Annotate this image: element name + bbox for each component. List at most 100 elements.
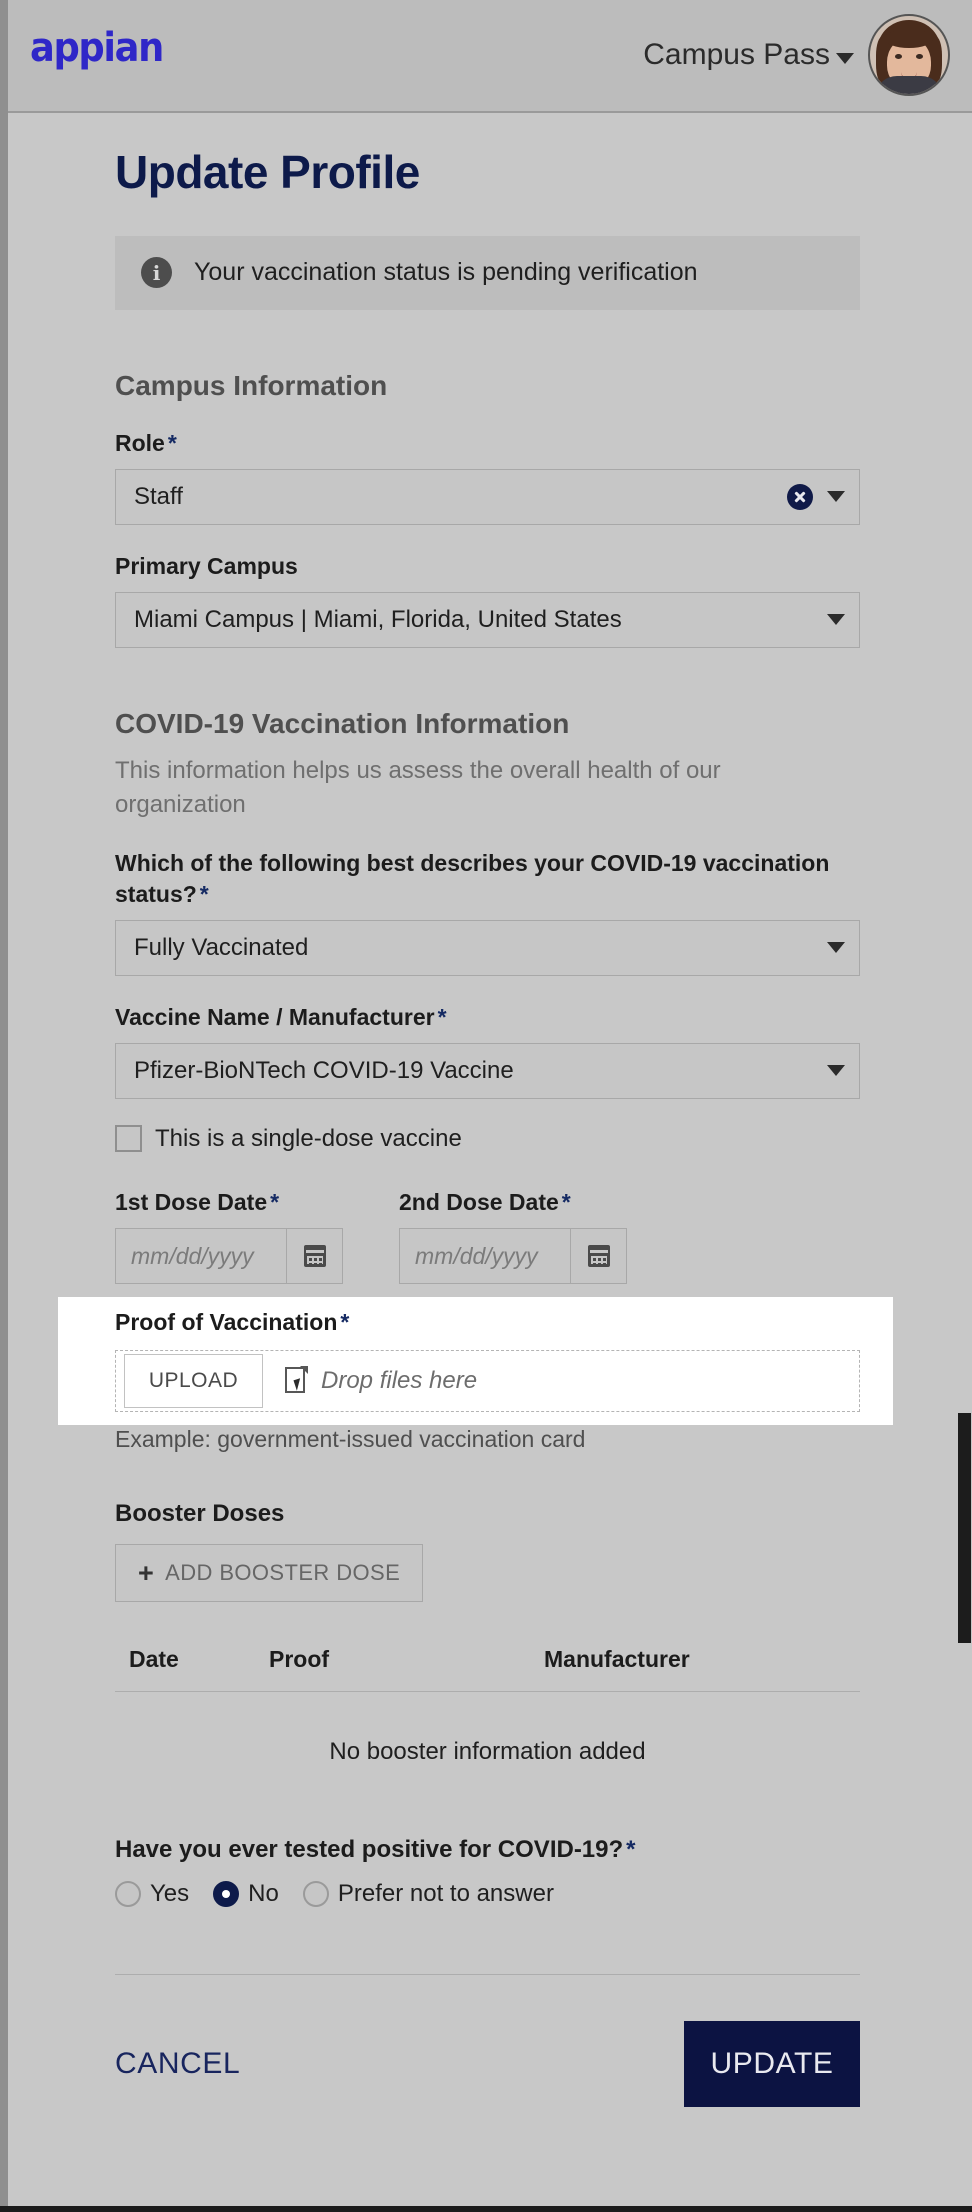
top-navigation-bar: appian Campus Pass [0,0,972,113]
avatar-eye-right [916,54,923,59]
column-header-proof: Proof [269,1646,330,1673]
app-window: appian Campus Pass Update Profile i Your… [0,0,972,2212]
vaccine-name-select[interactable]: Pfizer-BioNTech COVID-19 Vaccine [115,1042,860,1099]
table-header-row: Date Proof Manufacturer [115,1646,860,1691]
add-booster-dose-button[interactable]: + ADD BOOSTER DOSE [115,1544,424,1603]
cancel-button[interactable]: CANCEL [115,2041,254,2087]
dose2-field-group: 2nd Dose Date * mm/dd/yyyy [399,1159,627,1285]
vaccination-status-select[interactable]: Fully Vaccinated [115,919,860,976]
chevron-down-icon[interactable] [836,52,854,64]
vertical-scrollbar-track[interactable] [955,113,972,2212]
dose2-label: 2nd Dose Date * [399,1187,627,1218]
dose1-date-input[interactable]: mm/dd/yyyy [116,1229,286,1283]
proof-of-vaccination-label: Proof of Vaccination * [115,1307,860,1338]
primary-campus-select[interactable]: Miami Campus | Miami, Florida, United St… [115,591,860,648]
column-header-date: Date [129,1646,179,1673]
role-label: Role * [115,428,860,459]
radio-button-no[interactable] [213,1881,240,1908]
vaccine-name-label-text: Vaccine Name / Manufacturer [115,1003,435,1030]
role-select-icons [787,483,845,510]
role-value: Staff [134,482,183,510]
update-button[interactable]: UPDATE [684,2021,860,2108]
role-label-text: Role [115,429,165,456]
campus-information-heading: Campus Information [115,369,388,401]
dose1-calendar-button[interactable] [286,1229,342,1284]
single-dose-checkbox[interactable] [115,1125,142,1153]
tested-positive-required-asterisk: * [626,1836,636,1864]
role-select[interactable]: Staff [115,468,860,525]
vaccine-name-select-icons [827,1065,845,1077]
role-required-asterisk: * [167,429,177,456]
upload-button[interactable]: UPLOAD [124,1354,263,1409]
single-dose-checkbox-label: This is a single-dose vaccine [155,1124,462,1152]
proof-of-vaccination-label-text: Proof of Vaccination [115,1309,338,1335]
clear-icon[interactable] [787,483,813,510]
covid-information-subtext: This information helps us assess the ove… [115,756,721,818]
proof-hint-text: Example: government-issued vaccination c… [115,1426,586,1453]
drop-files-text: Drop files here [321,1367,478,1395]
chevron-down-icon[interactable] [827,491,845,503]
page-content: Update Profile i Your vaccination status… [0,113,955,2151]
vaccination-status-label-text: Which of the following best describes yo… [115,849,830,907]
covid-information-heading: COVID-19 Vaccination Information [115,707,570,739]
topbar-right-group: Campus Pass [643,14,950,96]
dose-dates-row: 1st Dose Date * mm/dd/yyyy 2nd Dose Date * [115,1159,860,1285]
chevron-down-icon[interactable] [827,1065,845,1077]
radio-label-yes: Yes [150,1880,190,1908]
plus-icon: + [138,1557,155,1588]
radio-button-prefer-not-to-answer[interactable] [302,1881,329,1908]
dose1-date-field[interactable]: mm/dd/yyyy [115,1228,343,1285]
calendar-icon [303,1245,326,1268]
radio-label-prefer-not-to-answer: Prefer not to answer [337,1880,554,1908]
chevron-down-icon[interactable] [827,942,845,954]
dose1-label: 1st Dose Date * [115,1187,343,1218]
radio-label-no: No [248,1880,279,1908]
avatar-fringe [885,30,933,48]
radio-option-yes[interactable]: Yes [115,1880,189,1908]
calendar-icon [587,1245,610,1268]
dose2-date-field[interactable]: mm/dd/yyyy [399,1228,627,1285]
vertical-scrollbar-thumb[interactable] [958,1413,971,1643]
appian-logo[interactable]: appian [30,28,164,68]
dose1-required-asterisk: * [270,1188,280,1215]
dose2-label-text: 2nd Dose Date [399,1188,559,1215]
primary-campus-select-icons [827,614,845,626]
window-bottom-edge [0,2206,972,2212]
booster-empty-message: No booster information added [329,1738,646,1766]
document-fold-icon [300,1366,308,1375]
dose2-date-input[interactable]: mm/dd/yyyy [400,1229,570,1283]
file-drop-icon [285,1366,308,1395]
tested-positive-label-text: Have you ever tested positive for COVID-… [115,1836,624,1864]
status-banner: i Your vaccination status is pending ver… [115,235,860,310]
page-title: Update Profile [115,146,420,198]
radio-option-prefer-not-to-answer[interactable]: Prefer not to answer [302,1880,554,1908]
info-icon: i [141,257,172,289]
vaccination-status-label: Which of the following best describes yo… [115,848,860,910]
dose2-calendar-button[interactable] [570,1229,626,1284]
chevron-down-icon[interactable] [827,614,845,626]
tested-positive-radio-group: Yes No Prefer not to answer [115,1880,860,1908]
column-header-manufacturer: Manufacturer [544,1646,690,1673]
radio-option-no[interactable]: No [213,1880,279,1908]
vaccine-name-label: Vaccine Name / Manufacturer * [115,1002,860,1033]
vaccine-name-required-asterisk: * [437,1003,447,1030]
site-menu[interactable]: Campus Pass [643,38,854,72]
vaccination-status-value: Fully Vaccinated [134,933,309,961]
form-footer: CANCEL UPDATE [115,2021,860,2151]
radio-button-yes[interactable] [115,1881,141,1908]
single-dose-checkbox-row[interactable]: This is a single-dose vaccine [115,1125,860,1153]
file-upload-dropzone[interactable]: UPLOAD Drop files here [115,1350,860,1413]
avatar-torso [875,76,943,94]
vaccination-status-select-icons [827,942,845,954]
proof-required-asterisk: * [340,1309,350,1335]
primary-campus-value: Miami Campus | Miami, Florida, United St… [134,605,622,633]
avatar-eye-left [895,54,902,59]
footer-divider [115,1974,860,1976]
primary-campus-label: Primary Campus [115,552,298,579]
booster-doses-table: Date Proof Manufacturer No booster infor… [115,1646,860,1766]
window-left-edge [0,0,8,2212]
vaccine-name-value: Pfizer-BioNTech COVID-19 Vaccine [134,1056,514,1084]
avatar[interactable] [868,14,950,96]
tested-positive-label: Have you ever tested positive for COVID-… [115,1836,860,1864]
booster-doses-heading: Booster Doses [115,1500,285,1528]
